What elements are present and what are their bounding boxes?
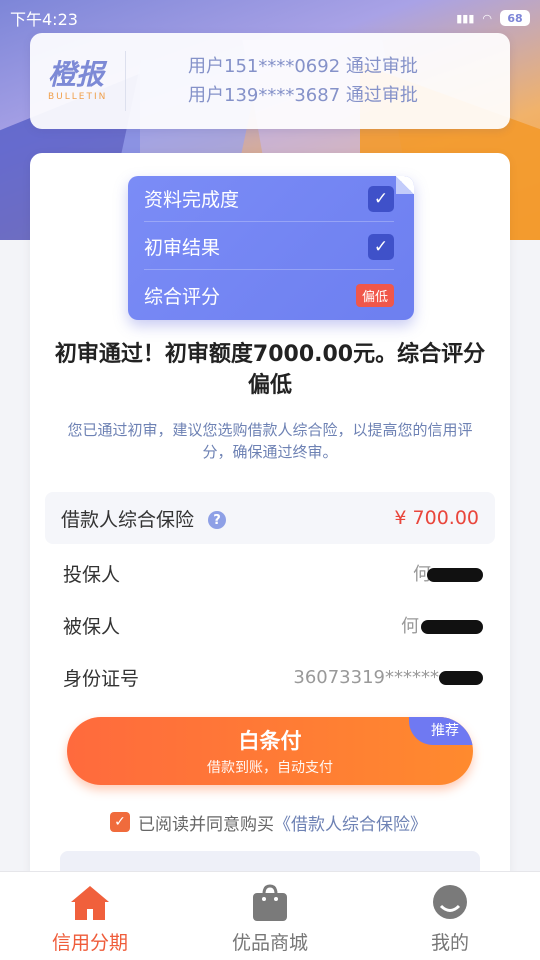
- agreement-row[interactable]: ✓ 已阅读并同意购买 《借款人综合保险》: [110, 810, 470, 835]
- insurance-row: 借款人综合保险 ? ¥ 700.00: [45, 492, 495, 544]
- review-row-completeness: 资料完成度 ✓: [144, 176, 394, 222]
- checkbox-checked-icon: ✓: [368, 233, 394, 260]
- bulletin-messages: 用户151****0692 通过审批 用户139****3687 通过审批: [126, 52, 510, 110]
- review-row-score: 综合评分 偏低: [144, 272, 394, 318]
- bottom-tab-bar: 信用分期 优品商城 我的: [0, 871, 540, 960]
- review-summary: 资料完成度 ✓ 初审结果 ✓ 综合评分 偏低: [128, 176, 414, 320]
- info-row-policyholder: 投保人 何: [63, 553, 483, 593]
- bulletin-line: 用户151****0692 通过审批: [188, 56, 418, 77]
- tab-credit-installment[interactable]: 信用分期: [0, 872, 180, 960]
- redaction: [427, 568, 483, 582]
- wifi-icon: ◠: [482, 11, 492, 25]
- result-headline: 初审通过！初审额度7000.00元。综合评分偏低: [54, 342, 486, 398]
- signal-icon: ▮▮▮: [456, 11, 475, 25]
- bulletin-logo: 橙报 BULLETIN: [30, 51, 126, 111]
- baitiao-pay-button[interactable]: 白条付 借款到账，自动支付 推荐: [67, 717, 473, 785]
- info-row-id-number: 身份证号 36073319******: [63, 657, 483, 697]
- status-bar: 下午4:23 ▮▮▮ ◠ 68: [0, 0, 540, 36]
- help-icon[interactable]: ?: [208, 511, 227, 529]
- tab-mall[interactable]: 优品商城: [180, 872, 360, 960]
- recommend-tag: 推荐: [409, 717, 473, 745]
- main-card: 资料完成度 ✓ 初审结果 ✓ 综合评分 偏低 初审通过！初审额度7000.00元…: [30, 153, 510, 891]
- bulletin-line: 用户139****3687 通过审批: [188, 85, 418, 106]
- insurance-label: 借款人综合保险: [61, 508, 195, 531]
- battery-icon: 68: [500, 10, 530, 26]
- page-fold: [396, 176, 414, 194]
- checkbox-checked-icon: ✓: [368, 185, 394, 212]
- status-time: 下午4:23: [10, 10, 78, 29]
- low-score-badge: 偏低: [355, 283, 394, 307]
- info-row-insured: 被保人 何: [63, 605, 483, 645]
- checkbox-checked-icon[interactable]: ✓: [110, 812, 130, 832]
- bulletin-banner: 橙报 BULLETIN 用户151****0692 通过审批 用户139****…: [30, 33, 510, 129]
- tab-mine[interactable]: 我的: [360, 872, 540, 960]
- review-row-result: 初审结果 ✓: [144, 224, 394, 270]
- insurance-terms-link[interactable]: 《借款人综合保险》: [274, 810, 427, 835]
- result-subline: 您已通过初审，建议您选购借款人综合险，以提高您的信用评分，确保通过终审。: [67, 421, 473, 461]
- profile-icon: [433, 885, 467, 919]
- redaction: [439, 670, 483, 685]
- redaction: [421, 620, 483, 634]
- house-icon: [71, 886, 109, 920]
- shopping-bag-icon: [253, 884, 287, 921]
- insurance-price: ¥ 700.00: [394, 507, 479, 529]
